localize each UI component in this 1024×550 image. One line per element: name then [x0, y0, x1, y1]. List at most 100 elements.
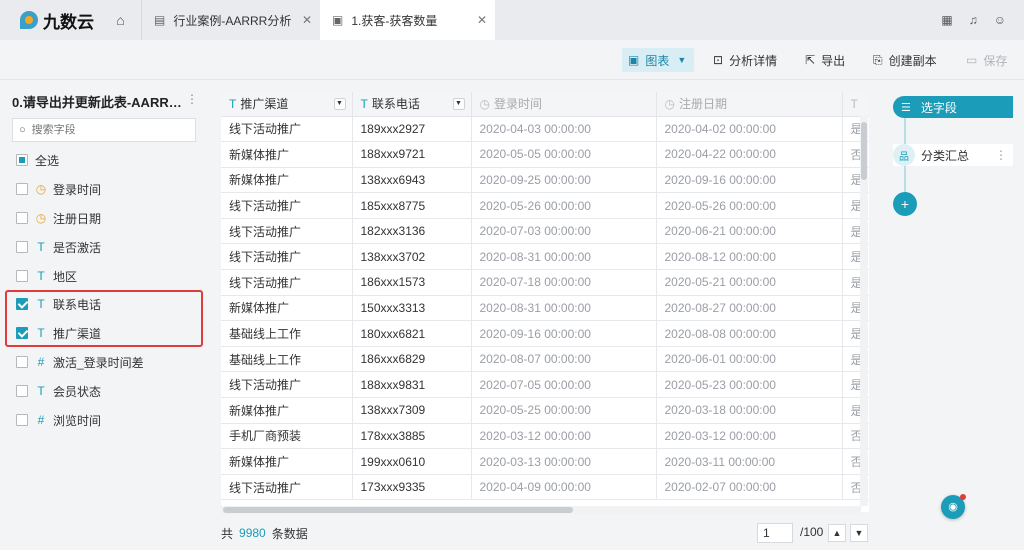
table-cell[interactable]: 2020-07-05 00:00:00 [471, 371, 657, 399]
table-cell[interactable]: 2020-09-16 00:00:00 [656, 167, 843, 194]
table-cell[interactable]: 188xxx9831 [352, 371, 472, 399]
table-cell[interactable]: 2020-04-09 00:00:00 [471, 474, 657, 501]
table-cell[interactable]: 2020-03-13 00:00:00 [471, 448, 657, 475]
field-search[interactable]: ○ [12, 118, 196, 142]
table-cell[interactable]: 2020-04-22 00:00:00 [656, 141, 843, 168]
column-header-phone[interactable]: T 联系电话 ▼ [352, 92, 472, 117]
table-cell[interactable]: 2020-07-18 00:00:00 [471, 269, 657, 296]
table-cell[interactable]: 手机厂商预装 [221, 423, 353, 450]
page-up-button[interactable]: ▲ [828, 524, 846, 542]
chart-button[interactable]: ▣ 图表 ▼ [622, 48, 694, 72]
logo[interactable]: 九数云 [0, 0, 100, 40]
sort-dropdown-icon[interactable]: ▼ [452, 98, 465, 110]
table-row[interactable]: 新媒体推广 199xxx0610 2020-03-13 00:00:00 2020-0… [221, 448, 869, 475]
table-cell[interactable]: 线下活动推广 [221, 269, 353, 296]
checkbox[interactable] [16, 212, 28, 224]
field-item-activated[interactable]: T 是否激活 [16, 237, 101, 257]
table-cell[interactable]: 173xxx9335 [352, 474, 472, 501]
table-row[interactable]: 基础线上工作 186xxx6829 2020-08-07 00:00:00 2020-… [221, 346, 869, 373]
table-cell[interactable]: 2020-03-11 00:00:00 [656, 448, 843, 475]
table-cell[interactable]: 150xxx3313 [352, 295, 472, 322]
table-cell[interactable]: 2020-08-08 00:00:00 [656, 320, 843, 347]
horizontal-scrollbar[interactable] [221, 506, 861, 514]
table-cell[interactable]: 线下活动推广 [221, 192, 353, 219]
table-cell[interactable]: 新媒体推广 [221, 448, 353, 475]
table-cell[interactable]: 2020-04-03 00:00:00 [471, 116, 657, 143]
table-cell[interactable]: 2020-05-26 00:00:00 [656, 192, 843, 219]
table-cell[interactable]: 2020-08-27 00:00:00 [656, 295, 843, 322]
step-group-summary[interactable]: 品 分类汇总 ⋮ [893, 144, 1013, 166]
bell-icon[interactable]: ♫ [969, 13, 978, 27]
checkbox[interactable] [16, 154, 28, 166]
table-cell[interactable]: 线下活动推广 [221, 116, 353, 143]
add-step-button[interactable]: + [893, 192, 917, 216]
table-row[interactable]: 手机厂商预装 178xxx3885 2020-03-12 00:00:00 2020-… [221, 423, 869, 450]
more-vertical-icon[interactable]: ⋮ [995, 148, 1007, 162]
more-vertical-icon[interactable]: ⋮ [186, 92, 198, 106]
column-header-channel[interactable]: T 推广渠道 ▼ [221, 92, 353, 117]
table-cell[interactable]: 2020-02-07 00:00:00 [656, 474, 843, 501]
export-button[interactable]: ⇱ 导出 [805, 48, 845, 72]
table-cell[interactable]: 新媒体推广 [221, 167, 353, 194]
table-cell[interactable]: 线下活动推广 [221, 474, 353, 501]
column-header-activated[interactable]: T [842, 92, 869, 117]
help-chat-button[interactable]: ◉ [941, 494, 966, 519]
page-down-button[interactable]: ▼ [850, 524, 868, 542]
table-cell[interactable]: 185xxx8775 [352, 192, 472, 219]
table-cell[interactable]: 2020-08-31 00:00:00 [471, 243, 657, 271]
table-cell[interactable]: 基础线上工作 [221, 320, 353, 347]
table-cell[interactable]: 2020-03-12 00:00:00 [656, 423, 843, 450]
field-item-browse-time[interactable]: # 浏览时间 [16, 410, 101, 430]
table-cell[interactable]: 138xxx7309 [352, 397, 472, 424]
table-cell[interactable]: 新媒体推广 [221, 295, 353, 322]
table-cell[interactable]: 138xxx3702 [352, 243, 472, 271]
table-cell[interactable]: 188xxx9721 [352, 141, 472, 168]
table-cell[interactable]: 2020-06-21 00:00:00 [656, 218, 843, 245]
table-row[interactable]: 新媒体推广 188xxx9721 2020-05-05 00:00:00 2020-0… [221, 141, 869, 168]
tab-acquisition[interactable]: ▣ 1.获客-获客数量 ✕ [320, 0, 495, 40]
table-row[interactable]: 新媒体推广 150xxx3313 2020-08-31 00:00:00 2020-0… [221, 295, 869, 322]
table-cell[interactable]: 2020-07-03 00:00:00 [471, 218, 657, 245]
table-cell[interactable]: 2020-05-21 00:00:00 [656, 269, 843, 296]
table-cell[interactable]: 2020-05-25 00:00:00 [471, 397, 657, 424]
close-tab-icon[interactable]: ✕ [302, 13, 312, 27]
table-cell[interactable]: 186xxx6829 [352, 346, 472, 373]
notes-icon[interactable]: ▦ [941, 13, 952, 27]
table-row[interactable]: 线下活动推广 188xxx9831 2020-07-05 00:00:00 2020-… [221, 371, 869, 399]
select-all[interactable]: 全选 [16, 150, 59, 170]
close-tab-icon[interactable]: ✕ [477, 13, 487, 27]
checkbox[interactable] [16, 385, 28, 397]
table-row[interactable]: 线下活动推广 185xxx8775 2020-05-26 00:00:00 2020-… [221, 192, 869, 219]
table-cell[interactable]: 2020-06-01 00:00:00 [656, 346, 843, 373]
table-cell[interactable]: 199xxx0610 [352, 448, 472, 475]
checkbox[interactable] [16, 183, 28, 195]
column-header-login-time[interactable]: ◷ 登录时间 [471, 92, 657, 117]
checkbox[interactable] [16, 356, 28, 368]
table-cell[interactable]: 线下活动推广 [221, 243, 353, 271]
field-item-login-time[interactable]: ◷ 登录时间 [16, 179, 101, 199]
table-cell[interactable]: 线下活动推广 [221, 218, 353, 245]
table-row[interactable]: 线下活动推广 186xxx1573 2020-07-18 00:00:00 2020-… [221, 269, 869, 296]
table-cell[interactable]: 189xxx2927 [352, 116, 472, 143]
page-input[interactable]: 1 [757, 523, 793, 543]
table-cell[interactable]: 基础线上工作 [221, 346, 353, 373]
table-cell[interactable]: 2020-04-02 00:00:00 [656, 116, 843, 143]
checkbox[interactable] [16, 241, 28, 253]
home-button[interactable]: ⌂ [100, 0, 142, 40]
table-cell[interactable]: 2020-08-07 00:00:00 [471, 346, 657, 373]
sort-dropdown-icon[interactable]: ▼ [333, 98, 346, 110]
scroll-thumb[interactable] [223, 507, 573, 513]
field-item-region[interactable]: T 地区 [16, 266, 77, 286]
table-cell[interactable]: 2020-05-05 00:00:00 [471, 141, 657, 168]
table-row[interactable]: 新媒体推广 138xxx6943 2020-09-25 00:00:00 2020-0… [221, 167, 869, 194]
checkbox[interactable] [16, 270, 28, 282]
table-cell[interactable]: 2020-08-12 00:00:00 [656, 243, 843, 271]
tab-industry-case[interactable]: ▤ 行业案例-AARRR分析 ✕ [142, 0, 320, 40]
field-item-activate-login-diff[interactable]: # 激活_登录时间差 [16, 352, 144, 372]
column-header-register-date[interactable]: ◷ 注册日期 [656, 92, 843, 117]
table-row[interactable]: 线下活动推广 173xxx9335 2020-04-09 00:00:00 2020-… [221, 474, 869, 501]
table-cell[interactable]: 线下活动推广 [221, 371, 353, 399]
table-cell[interactable]: 2020-03-18 00:00:00 [656, 397, 843, 424]
checkbox[interactable] [16, 414, 28, 426]
table-row[interactable]: 新媒体推广 138xxx7309 2020-05-25 00:00:00 2020-0… [221, 397, 869, 424]
